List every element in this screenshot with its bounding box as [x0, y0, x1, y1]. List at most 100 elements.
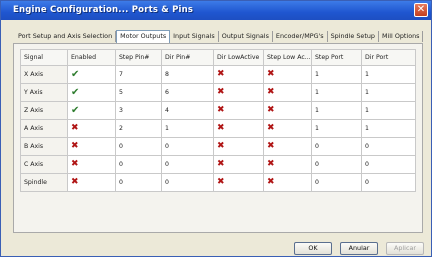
red-x-icon: ✖	[267, 141, 275, 151]
step-port-cell[interactable]: 1	[311, 65, 362, 84]
dir-low-active-cell[interactable]: ✖	[213, 101, 264, 120]
enabled-cell[interactable]: ✖	[67, 119, 116, 138]
tab-spindle-setup[interactable]: Spindle Setup	[328, 31, 379, 42]
step-low-active-cell[interactable]: ✖	[263, 101, 312, 120]
dir-port-cell[interactable]: 0	[361, 137, 416, 156]
signal-cell[interactable]: C Axis	[20, 155, 68, 174]
dir-low-active-cell[interactable]: ✖	[213, 65, 264, 84]
enabled-cell[interactable]: ✖	[67, 155, 116, 174]
red-x-icon: ✖	[71, 159, 79, 169]
signal-cell[interactable]: Spindle	[20, 173, 68, 192]
table-row[interactable]: X Axis ✔ 7 8 ✖ ✖ 1 1	[20, 65, 416, 84]
signal-cell[interactable]: X Axis	[20, 65, 68, 84]
dir-pin-cell[interactable]: 4	[161, 101, 214, 120]
step-port-cell[interactable]: 1	[311, 119, 362, 138]
dir-low-active-cell[interactable]: ✖	[213, 137, 264, 156]
dir-low-active-cell[interactable]: ✖	[213, 83, 264, 102]
dir-port-cell[interactable]: 1	[361, 101, 416, 120]
dir-low-active-cell[interactable]: ✖	[213, 173, 264, 192]
table-row[interactable]: B Axis ✖ 0 0 ✖ ✖ 0 0	[20, 137, 416, 156]
dir-low-active-cell[interactable]: ✖	[213, 119, 264, 138]
step-pin-cell[interactable]: 3	[115, 101, 162, 120]
table-header-row: Signal Enabled Step Pin# Dir Pin# Dir Lo…	[20, 49, 416, 66]
step-pin-cell[interactable]: 0	[115, 137, 162, 156]
tab-mill-options[interactable]: Mill Options	[379, 31, 424, 42]
motor-outputs-panel: Signal Enabled Step Pin# Dir Pin# Dir Lo…	[13, 43, 423, 233]
motor-outputs-table: Signal Enabled Step Pin# Dir Pin# Dir Lo…	[20, 49, 416, 192]
column-header-step-low-active: Step Low Ac...	[263, 49, 312, 66]
enabled-cell[interactable]: ✔	[67, 83, 116, 102]
red-x-icon: ✖	[267, 69, 275, 79]
table-row[interactable]: C Axis ✖ 0 0 ✖ ✖ 0 0	[20, 155, 416, 174]
table-row[interactable]: Z Axis ✔ 3 4 ✖ ✖ 1 1	[20, 101, 416, 120]
dir-low-active-cell[interactable]: ✖	[213, 155, 264, 174]
dir-pin-cell[interactable]: 0	[161, 173, 214, 192]
step-pin-cell[interactable]: 0	[115, 155, 162, 174]
step-pin-cell[interactable]: 7	[115, 65, 162, 84]
tab-input-signals[interactable]: Input Signals	[170, 31, 219, 42]
step-port-cell[interactable]: 0	[311, 173, 362, 192]
column-header-enabled: Enabled	[67, 49, 116, 66]
red-x-icon: ✖	[217, 159, 225, 169]
green-check-icon: ✔	[71, 104, 80, 116]
table-row[interactable]: A Axis ✖ 2 1 ✖ ✖ 1 1	[20, 119, 416, 138]
enabled-cell[interactable]: ✔	[67, 101, 116, 120]
step-low-active-cell[interactable]: ✖	[263, 155, 312, 174]
signal-cell[interactable]: B Axis	[20, 137, 68, 156]
apply-button[interactable]: Aplicar	[386, 242, 424, 255]
enabled-cell[interactable]: ✖	[67, 137, 116, 156]
dir-port-cell[interactable]: 1	[361, 119, 416, 138]
step-port-cell[interactable]: 0	[311, 155, 362, 174]
red-x-icon: ✖	[217, 87, 225, 97]
column-header-step-pin: Step Pin#	[115, 49, 162, 66]
step-low-active-cell[interactable]: ✖	[263, 173, 312, 192]
enabled-cell[interactable]: ✖	[67, 173, 116, 192]
dir-pin-cell[interactable]: 0	[161, 137, 214, 156]
step-port-cell[interactable]: 1	[311, 83, 362, 102]
dir-port-cell[interactable]: 1	[361, 65, 416, 84]
ok-button[interactable]: OK	[294, 242, 332, 255]
tab-encoder-mpgs[interactable]: Encoder/MPG's	[273, 31, 328, 42]
tab-output-signals[interactable]: Output Signals	[219, 31, 273, 42]
dir-port-cell[interactable]: 0	[361, 155, 416, 174]
dir-pin-cell[interactable]: 1	[161, 119, 214, 138]
table-row[interactable]: Y Axis ✔ 5 6 ✖ ✖ 1 1	[20, 83, 416, 102]
close-button[interactable]: ✕	[414, 3, 428, 17]
step-pin-cell[interactable]: 2	[115, 119, 162, 138]
red-x-icon: ✖	[217, 123, 225, 133]
red-x-icon: ✖	[267, 105, 275, 115]
green-check-icon: ✔	[71, 68, 80, 80]
cancel-button[interactable]: Anular	[340, 242, 378, 255]
step-port-cell[interactable]: 0	[311, 137, 362, 156]
step-low-active-cell[interactable]: ✖	[263, 137, 312, 156]
green-check-icon: ✔	[71, 86, 80, 98]
column-header-dir-low-active: Dir LowActive	[213, 49, 264, 66]
signal-cell[interactable]: A Axis	[20, 119, 68, 138]
column-header-dir-pin: Dir Pin#	[161, 49, 214, 66]
step-low-active-cell[interactable]: ✖	[263, 83, 312, 102]
column-header-step-port: Step Port	[311, 49, 362, 66]
enabled-cell[interactable]: ✔	[67, 65, 116, 84]
tab-strip: Port Setup and Axis Selection Motor Outp…	[15, 30, 424, 43]
dir-port-cell[interactable]: 1	[361, 83, 416, 102]
step-low-active-cell[interactable]: ✖	[263, 65, 312, 84]
signal-cell[interactable]: Z Axis	[20, 101, 68, 120]
tab-motor-outputs[interactable]: Motor Outputs	[116, 30, 171, 43]
dir-pin-cell[interactable]: 8	[161, 65, 214, 84]
red-x-icon: ✖	[217, 105, 225, 115]
table-row[interactable]: Spindle ✖ 0 0 ✖ ✖ 0 0	[20, 173, 416, 192]
dir-port-cell[interactable]: 0	[361, 173, 416, 192]
config-window: Engine Configuration... Ports & Pins ✕ P…	[0, 0, 432, 257]
step-pin-cell[interactable]: 5	[115, 83, 162, 102]
dir-pin-cell[interactable]: 0	[161, 155, 214, 174]
signal-cell[interactable]: Y Axis	[20, 83, 68, 102]
step-port-cell[interactable]: 1	[311, 101, 362, 120]
step-pin-cell[interactable]: 0	[115, 173, 162, 192]
table-body: X Axis ✔ 7 8 ✖ ✖ 1 1 Y Axis ✔ 5 6 ✖ ✖ 1 1 Z Axis ✔ 3 4 ✖ ✖ 1 1 A…	[20, 65, 416, 192]
title-bar[interactable]: Engine Configuration... Ports & Pins ✕	[1, 1, 431, 20]
step-low-active-cell[interactable]: ✖	[263, 119, 312, 138]
red-x-icon: ✖	[267, 123, 275, 133]
window-title: Engine Configuration... Ports & Pins	[13, 5, 194, 15]
dir-pin-cell[interactable]: 6	[161, 83, 214, 102]
tab-port-setup[interactable]: Port Setup and Axis Selection	[15, 31, 117, 42]
